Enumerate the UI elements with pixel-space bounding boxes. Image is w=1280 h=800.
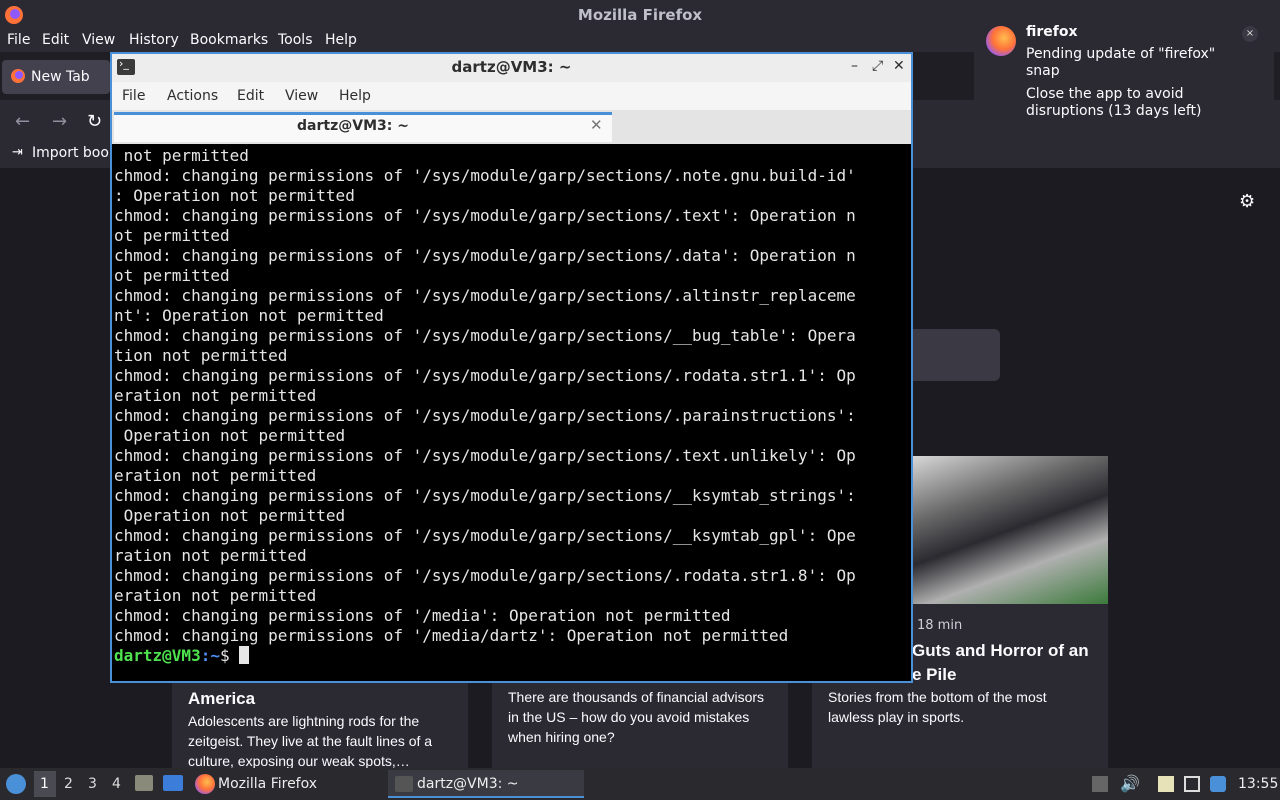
notification-app-name: firefox — [1026, 24, 1078, 40]
term-menu-actions[interactable]: Actions — [167, 88, 218, 104]
terminal-line: chmod: changing permissions of '/sys/mod… — [114, 366, 856, 385]
terminal-line: ration not permitted — [114, 546, 307, 565]
ff-menu-file[interactable]: File — [7, 32, 30, 48]
terminal-line: tion not permitted — [114, 346, 288, 365]
story-excerpt: Adolescents are lightning rods for the z… — [188, 713, 433, 769]
story-excerpt: There are thousands of financial advisor… — [508, 689, 765, 745]
gear-icon[interactable]: ⚙ — [1239, 191, 1255, 212]
terminal-line: chmod: changing permissions of '/sys/mod… — [114, 406, 856, 425]
terminal-line: nt': Operation not permitted — [114, 306, 384, 325]
ff-menu-help[interactable]: Help — [325, 32, 357, 48]
volume-icon[interactable]: 🔊 — [1120, 774, 1140, 793]
story-title: America — [188, 689, 256, 708]
workspace-3[interactable]: 3 — [88, 776, 97, 792]
story-read-time: 18 min — [917, 618, 963, 633]
firefox-logo-icon — [195, 774, 215, 794]
terminal-line: chmod: changing permissions of '/sys/mod… — [114, 286, 856, 305]
terminal-line: eration not permitted — [114, 586, 317, 605]
desktop-icon[interactable] — [163, 775, 183, 791]
terminal-line: ot permitted — [114, 226, 230, 245]
terminal-line: eration not permitted — [114, 466, 317, 485]
terminal-window-title: dartz@VM3: ~ — [451, 58, 572, 76]
reload-icon[interactable]: ↻ — [87, 111, 102, 132]
terminal-line: chmod: changing permissions of '/sys/mod… — [114, 566, 856, 585]
maximize-icon[interactable]: ⤢ — [872, 58, 883, 74]
text-cursor — [239, 646, 250, 664]
terminal-line: chmod: changing permissions of '/media':… — [114, 606, 731, 625]
terminal-line: not permitted — [114, 146, 249, 165]
network-icon[interactable] — [1184, 776, 1200, 792]
tab-close-icon[interactable]: ✕ — [590, 116, 603, 134]
term-menu-edit[interactable]: Edit — [237, 88, 264, 104]
start-menu-icon[interactable] — [6, 774, 26, 794]
shell-prompt: dartz@VM3:~$ — [114, 646, 250, 666]
terminal-line: chmod: changing permissions of '/sys/mod… — [114, 246, 856, 265]
story-excerpt: Stories from the bottom of the most lawl… — [828, 689, 1047, 725]
tray-arrow-icon[interactable] — [1092, 776, 1108, 792]
ff-menu-view[interactable]: View — [82, 32, 115, 48]
workspace-1[interactable]: 1 — [40, 776, 49, 792]
ff-menu-bookmarks[interactable]: Bookmarks — [190, 32, 268, 48]
forward-arrow-icon[interactable]: → — [52, 111, 67, 132]
clipboard-icon[interactable] — [1158, 776, 1174, 792]
terminal-line: chmod: changing permissions of '/sys/mod… — [114, 526, 856, 545]
minimize-icon[interactable]: – — [851, 58, 858, 74]
tab-label: New Tab — [31, 69, 90, 85]
terminal-menubar — [112, 82, 911, 110]
update-notifier-icon[interactable] — [1210, 776, 1226, 792]
ff-menu-edit[interactable]: Edit — [42, 32, 69, 48]
terminal-line: eration not permitted — [114, 386, 317, 405]
firefox-logo-icon — [10, 68, 26, 84]
story-title: Guts and Horror of an — [912, 641, 1089, 660]
terminal-line: chmod: changing permissions of '/media/d… — [114, 626, 789, 645]
term-menu-file[interactable]: File — [122, 88, 145, 104]
terminal-tab-label: dartz@VM3: ~ — [297, 118, 409, 134]
terminal-line: chmod: changing permissions of '/sys/mod… — [114, 206, 856, 225]
firefox-logo-icon — [986, 26, 1016, 56]
file-manager-icon[interactable] — [135, 775, 153, 791]
term-menu-view[interactable]: View — [285, 88, 318, 104]
notification-body: Pending update of "firefox" snap Close t… — [1026, 46, 1246, 120]
import-bookmarks-button[interactable]: Import book — [32, 145, 117, 161]
ff-menu-history[interactable]: History — [129, 32, 179, 48]
terminal-line: chmod: changing permissions of '/sys/mod… — [114, 166, 856, 185]
task-terminal-label: dartz@VM3: ~ — [417, 776, 519, 792]
notification-line: Pending update of "firefox" snap — [1026, 46, 1216, 79]
terminal-line: chmod: changing permissions of '/sys/mod… — [114, 446, 856, 465]
notification-line: Close the app to avoid disruptions (13 d… — [1026, 86, 1202, 119]
terminal-line: Operation not permitted — [114, 426, 346, 445]
terminal-line: ot permitted — [114, 266, 230, 285]
terminal-output[interactable]: not permitted chmod: changing permissions… — [114, 146, 909, 676]
term-menu-help[interactable]: Help — [339, 88, 371, 104]
close-icon[interactable]: × — [1242, 26, 1258, 42]
import-icon: ⇥ — [12, 145, 23, 160]
story-title: e Pile — [912, 665, 957, 684]
terminal-line: Operation not permitted — [114, 506, 346, 525]
close-icon[interactable]: ✕ — [893, 58, 905, 74]
workspace-4[interactable]: 4 — [112, 776, 121, 792]
terminal-line: chmod: changing permissions of '/sys/mod… — [114, 326, 856, 345]
terminal-icon — [395, 776, 413, 792]
terminal-line: chmod: changing permissions of '/sys/mod… — [114, 486, 856, 505]
back-arrow-icon[interactable]: ← — [15, 111, 30, 132]
story-image — [912, 456, 1108, 604]
terminal-line: : Operation not permitted — [114, 186, 355, 205]
task-firefox-label: Mozilla Firefox — [218, 776, 318, 792]
workspace-2[interactable]: 2 — [64, 776, 73, 792]
ff-menu-tools[interactable]: Tools — [278, 32, 313, 48]
clock: 13:55 — [1238, 776, 1279, 792]
